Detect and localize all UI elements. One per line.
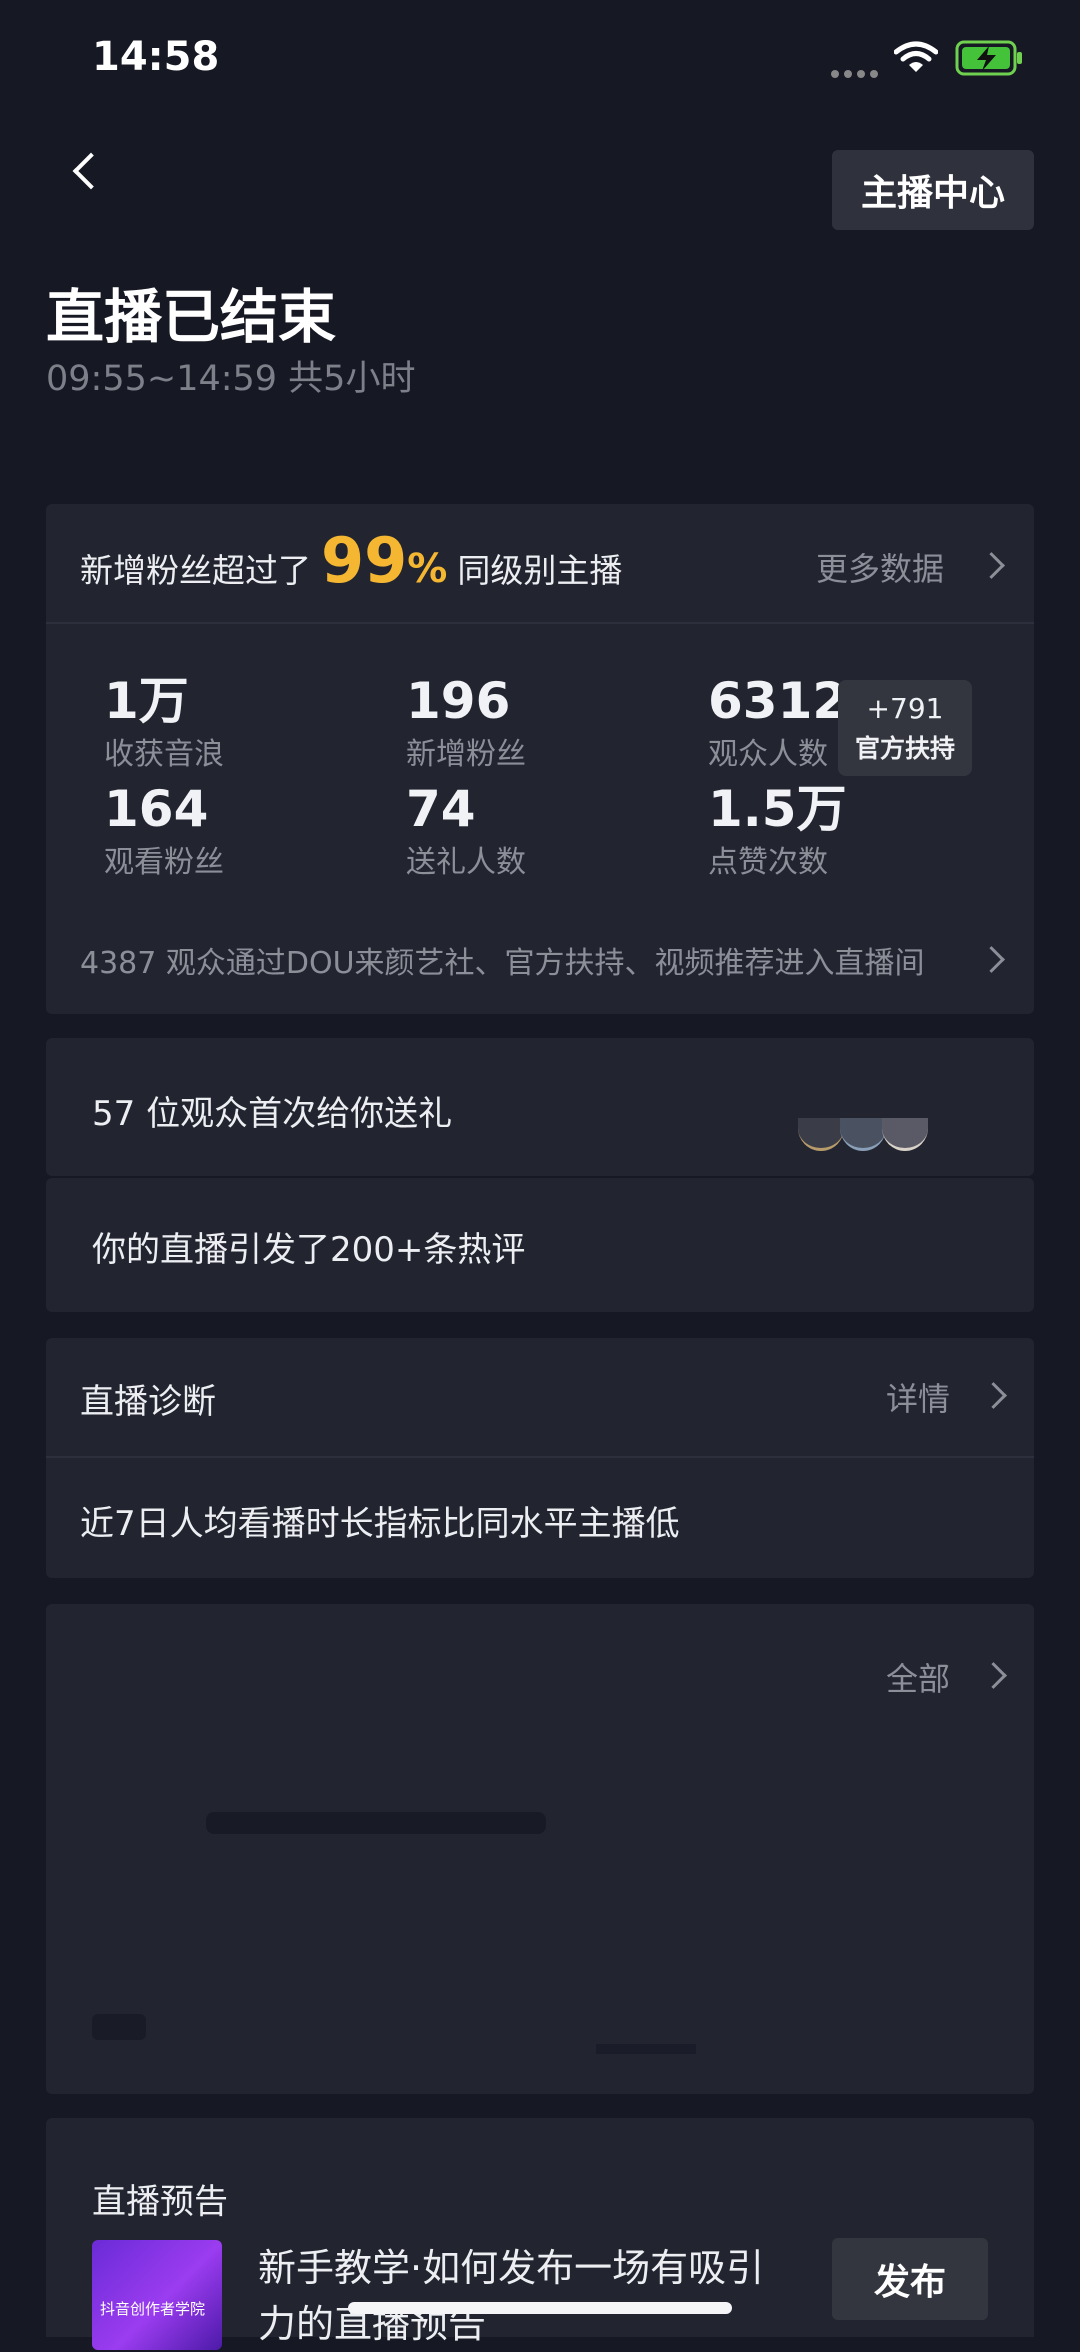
battery-icon bbox=[955, 40, 1025, 80]
follower-ranking: 新增粉丝超过了 99 % 同级别主播 bbox=[80, 524, 622, 604]
summary-card: 新增粉丝超过了 99 % 同级别主播 更多数据 1万 收获音浪 196 新增粉丝… bbox=[46, 504, 1034, 1014]
hot-comments-text: 你的直播引发了200+条热评 bbox=[92, 1230, 526, 1270]
ranking-percent-sign: % bbox=[407, 546, 448, 592]
thumbnail-caption: 抖音创作者学院 bbox=[100, 2300, 206, 2318]
gifter-avatar bbox=[840, 1118, 886, 1151]
status-time: 14:58 bbox=[92, 34, 220, 80]
diagnosis-card: 直播诊断 详情 近7日人均看播时长指标比同水平主播低 bbox=[46, 1338, 1034, 1578]
redaction-bar bbox=[206, 1812, 546, 1834]
anchor-center-button[interactable]: 主播中心 bbox=[832, 150, 1034, 230]
preview-description: 新手教学·如何发布一场有吸引力的直播预告 bbox=[258, 2246, 765, 2346]
stat-value-gifters: 74 bbox=[406, 780, 476, 838]
status-bar: 14:58 bbox=[0, 0, 1080, 110]
preview-title: 直播预告 bbox=[92, 2182, 228, 2222]
stat-label-viewers: 观众人数 bbox=[708, 737, 828, 772]
home-indicator bbox=[348, 2302, 732, 2314]
page-title: 直播已结束 bbox=[46, 283, 337, 351]
stat-label-gifters: 送礼人数 bbox=[406, 845, 526, 880]
wifi-icon bbox=[893, 40, 939, 78]
hot-comments-card[interactable]: 你的直播引发了200+条热评 bbox=[46, 1178, 1034, 1312]
summary-divider bbox=[46, 622, 1034, 624]
chevron-left-icon bbox=[72, 152, 110, 190]
more-data-link[interactable]: 更多数据 bbox=[816, 534, 1016, 594]
chevron-right-icon bbox=[980, 1382, 1007, 1409]
stat-label-likes: 点赞次数 bbox=[708, 845, 828, 880]
boost-value: +791 bbox=[866, 692, 944, 725]
official-boost-badge: +791 官方扶持 bbox=[838, 680, 972, 776]
gifter-avatar bbox=[882, 1118, 928, 1151]
diagnosis-title: 直播诊断 bbox=[80, 1382, 216, 1422]
first-gift-card[interactable]: 57 位观众首次给你送礼 bbox=[46, 1038, 1034, 1176]
ranking-text-before: 新增粉丝超过了 bbox=[80, 551, 311, 590]
publish-button[interactable]: 发布 bbox=[832, 2238, 988, 2320]
stat-label-new-followers: 新增粉丝 bbox=[406, 737, 526, 772]
gifter-avatar bbox=[798, 1118, 844, 1151]
redaction-mark bbox=[92, 2014, 146, 2040]
stat-value-sound-waves: 1万 bbox=[104, 672, 189, 730]
diagnosis-divider bbox=[46, 1456, 1034, 1458]
signal-icon bbox=[830, 64, 880, 78]
chevron-right-icon bbox=[978, 946, 1005, 973]
stat-value-likes: 1.5万 bbox=[708, 780, 847, 838]
live-time-range: 09:55~14:59 共5小时 bbox=[46, 359, 416, 399]
obscured-section-card: 全部 bbox=[46, 1604, 1034, 2094]
stat-value-viewers: 6312 bbox=[708, 672, 848, 730]
ranking-percent-value: 99 bbox=[321, 524, 408, 597]
redaction-mark bbox=[596, 2044, 696, 2054]
view-all-link[interactable]: 全部 bbox=[886, 1644, 1016, 1704]
back-button[interactable] bbox=[60, 146, 110, 196]
stat-label-fans-watched: 观看粉丝 bbox=[104, 845, 224, 880]
chevron-right-icon bbox=[978, 552, 1005, 579]
traffic-source-text: 4387 观众通过DOU来颜艺社、官方扶持、视频推荐进入直播间 bbox=[80, 946, 925, 981]
preview-thumbnail[interactable]: 抖音创作者学院 bbox=[92, 2240, 222, 2350]
ranking-text-after: 同级别主播 bbox=[457, 551, 623, 590]
stat-label-sound-waves: 收获音浪 bbox=[104, 737, 224, 772]
diagnosis-text: 近7日人均看播时长指标比同水平主播低 bbox=[80, 1504, 680, 1544]
boost-label: 官方扶持 bbox=[854, 734, 955, 763]
diagnosis-detail-link[interactable]: 详情 bbox=[886, 1364, 1016, 1424]
chevron-right-icon bbox=[980, 1662, 1007, 1689]
traffic-source-row[interactable]: 4387 观众通过DOU来颜艺社、官方扶持、视频推荐进入直播间 bbox=[80, 924, 1020, 994]
stat-value-new-followers: 196 bbox=[406, 672, 511, 730]
diagnosis-detail-label: 详情 bbox=[886, 1380, 951, 1418]
stat-value-fans-watched: 164 bbox=[104, 780, 209, 838]
view-all-label: 全部 bbox=[886, 1660, 951, 1698]
more-data-label: 更多数据 bbox=[816, 550, 945, 588]
first-gift-text: 57 位观众首次给你送礼 bbox=[92, 1094, 453, 1134]
